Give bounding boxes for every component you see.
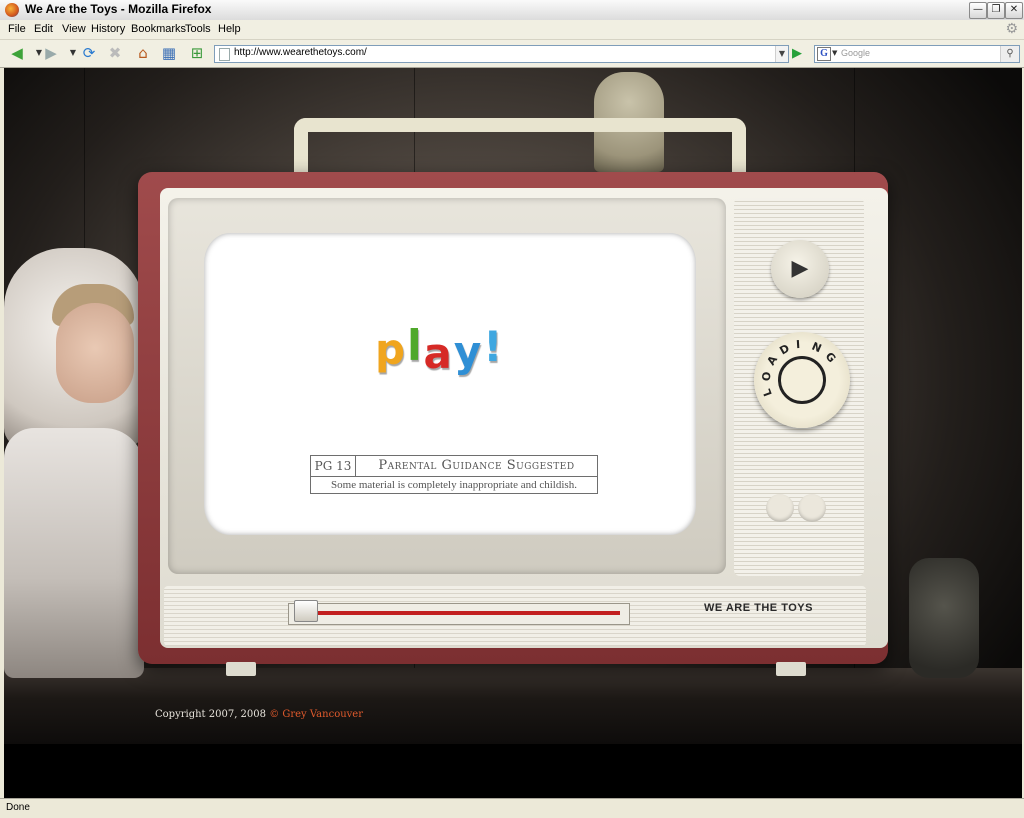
forward-button[interactable]: ▶ bbox=[40, 43, 62, 63]
floor-shadow bbox=[4, 744, 1022, 798]
soldier-figurine bbox=[909, 558, 979, 678]
browser-window: We Are the Toys - Mozilla Firefox — ❐ ✕ … bbox=[0, 0, 1024, 818]
page-content: play! PG 13 Parental Guidance Suggested … bbox=[4, 68, 1022, 798]
dial-letter: L bbox=[760, 387, 775, 399]
rating-label: Parental Guidance Suggested bbox=[378, 458, 575, 473]
bookmarks-icon[interactable]: ▦ bbox=[158, 43, 180, 63]
logo-letter: l bbox=[407, 321, 424, 370]
logo-letter: a bbox=[423, 329, 454, 378]
dial-letter: G bbox=[822, 349, 838, 365]
throbber-icon: ⚙ bbox=[1005, 21, 1018, 37]
credit-link[interactable]: © Grey Vancouver bbox=[269, 709, 363, 720]
dial-ring bbox=[778, 356, 826, 404]
menu-view[interactable]: View bbox=[62, 23, 86, 35]
search-bar[interactable]: G ▼ Google ⚲ bbox=[814, 45, 1020, 63]
status-bar: Done bbox=[0, 798, 1024, 818]
title-bar: We Are the Toys - Mozilla Firefox — ❐ ✕ bbox=[0, 0, 1024, 21]
home-button[interactable]: ⌂ bbox=[132, 43, 154, 63]
dial-letter: I bbox=[795, 337, 801, 352]
brand-label: WE ARE THE TOYS bbox=[704, 602, 813, 614]
dial-letter: N bbox=[810, 339, 824, 356]
go-button[interactable]: ▶ bbox=[788, 45, 806, 63]
menu-edit[interactable]: Edit bbox=[34, 23, 53, 35]
play-logo[interactable]: play! bbox=[375, 321, 505, 378]
tv-foot bbox=[226, 662, 256, 676]
back-button[interactable]: ◀ bbox=[6, 43, 28, 63]
window-title: We Are the Toys - Mozilla Firefox bbox=[25, 2, 212, 16]
play-button[interactable]: ▶ bbox=[771, 240, 829, 298]
dial-letter: O bbox=[759, 370, 774, 382]
tv-knobs bbox=[766, 494, 826, 524]
slider-fill bbox=[310, 611, 620, 615]
status-text: Done bbox=[6, 802, 30, 813]
tv-foot bbox=[776, 662, 806, 676]
loading-dial[interactable]: LOADING bbox=[754, 332, 850, 428]
url-text: http://www.wearethetoys.com/ bbox=[234, 47, 367, 58]
rating-note: Some material is completely inappropriat… bbox=[331, 479, 577, 491]
google-icon[interactable]: G bbox=[817, 47, 831, 61]
menu-history[interactable]: History bbox=[91, 23, 125, 35]
new-tab-icon[interactable]: ⊞ bbox=[186, 43, 208, 63]
menu-bookmarks[interactable]: Bookmarks bbox=[131, 23, 186, 35]
navigation-toolbar: ◀ ▼ ▶ ▼ ⟳ ✖ ⌂ ▦ ⊞ http://www.wearethetoy… bbox=[0, 40, 1024, 68]
logo-letter: p bbox=[375, 325, 408, 374]
shelf bbox=[4, 668, 1022, 744]
restore-button[interactable]: ❐ bbox=[987, 2, 1005, 19]
copyright: Copyright 2007, 2008 © Grey Vancouver bbox=[155, 709, 363, 720]
url-bar[interactable]: http://www.wearethetoys.com/ ▼ bbox=[214, 45, 789, 63]
tv-screen[interactable]: play! PG 13 Parental Guidance Suggested … bbox=[204, 233, 696, 535]
dial-letter: D bbox=[777, 341, 792, 358]
menu-file[interactable]: File bbox=[8, 23, 26, 35]
page-icon bbox=[219, 48, 230, 61]
dial-letter: A bbox=[764, 353, 780, 368]
reload-button[interactable]: ⟳ bbox=[78, 43, 100, 63]
rating-box: PG 13 Parental Guidance Suggested Some m… bbox=[310, 455, 598, 494]
search-engine-dropdown-icon[interactable]: ▼ bbox=[832, 49, 837, 57]
firefox-icon bbox=[5, 3, 19, 17]
minimize-button[interactable]: — bbox=[969, 2, 987, 19]
logo-letter: ! bbox=[483, 322, 505, 371]
menu-bar: File Edit View History Bookmarks Tools H… bbox=[0, 20, 1024, 40]
logo-letter: y bbox=[453, 327, 484, 376]
menu-help[interactable]: Help bbox=[218, 23, 241, 35]
search-placeholder: Google bbox=[841, 48, 871, 58]
doll-figure bbox=[4, 248, 146, 678]
close-button[interactable]: ✕ bbox=[1005, 2, 1023, 19]
copyright-text: Copyright 2007, 2008 bbox=[155, 709, 266, 720]
menu-tools[interactable]: Tools bbox=[185, 23, 211, 35]
rating-code: PG 13 bbox=[311, 456, 356, 476]
url-history-dropdown-icon[interactable]: ▼ bbox=[775, 46, 788, 62]
stop-button[interactable]: ✖ bbox=[104, 43, 126, 63]
search-icon[interactable]: ⚲ bbox=[1000, 46, 1019, 62]
slider-handle[interactable] bbox=[294, 600, 318, 622]
